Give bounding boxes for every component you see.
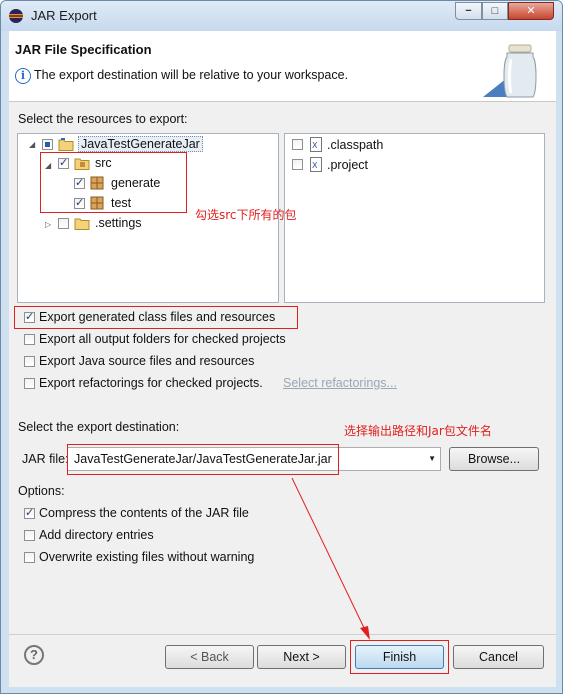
project-file-checkbox[interactable] — [292, 159, 303, 170]
page-description: The export destination will be relative … — [34, 68, 349, 82]
destination-label: Select the export destination: — [18, 420, 180, 434]
file-item-classpath[interactable]: .classpath — [327, 138, 383, 152]
annotation-output: 选择输出路径和Jar包文件名 — [344, 424, 492, 438]
export-source-label[interactable]: Export Java source files and resources — [39, 354, 254, 368]
export-generated-label[interactable]: Export generated class files and resourc… — [39, 310, 275, 324]
export-source-checkbox[interactable] — [24, 356, 35, 367]
back-button[interactable]: < Back — [165, 645, 254, 669]
directory-label[interactable]: Add directory entries — [39, 528, 154, 542]
export-output-label[interactable]: Export all output folders for checked pr… — [39, 332, 286, 346]
classpath-checkbox[interactable] — [292, 139, 303, 150]
overwrite-checkbox[interactable] — [24, 552, 35, 563]
project-folder-icon — [58, 138, 74, 151]
compress-label[interactable]: Compress the contents of the JAR file — [39, 506, 249, 520]
file-item-project[interactable]: .project — [327, 158, 368, 172]
collapse-arrow-icon[interactable]: ◢ — [29, 140, 35, 149]
title-bar: JAR Export − □ ✕ — [1, 1, 562, 31]
highlight-finish-box — [350, 640, 449, 674]
overwrite-label[interactable]: Overwrite existing files without warning — [39, 550, 254, 564]
maximize-button[interactable]: □ — [482, 2, 508, 20]
select-refactorings-link[interactable]: Select refactorings... — [283, 376, 397, 390]
tree-item-project[interactable]: JavaTestGenerateJar — [78, 136, 203, 152]
svg-text:X: X — [312, 161, 318, 170]
dropdown-arrow-icon[interactable]: ▼ — [428, 454, 436, 463]
close-button[interactable]: ✕ — [508, 2, 554, 20]
svg-text:X: X — [312, 141, 318, 150]
browse-button[interactable]: Browse... — [449, 447, 539, 471]
jar-banner-icon — [483, 44, 537, 98]
window-title: JAR Export — [31, 8, 97, 23]
resources-label: Select the resources to export: — [18, 112, 188, 126]
expand-arrow-icon[interactable]: ▷ — [45, 220, 51, 229]
highlight-src-box — [40, 152, 187, 213]
export-refactorings-label[interactable]: Export refactorings for checked projects… — [39, 376, 263, 390]
page-title: JAR File Specification — [15, 42, 152, 57]
project-checkbox[interactable] — [42, 139, 53, 150]
options-label: Options: — [18, 484, 65, 498]
xml-file-icon: X — [310, 137, 322, 152]
xml-file-icon: X — [310, 157, 322, 172]
export-generated-checkbox[interactable] — [24, 310, 35, 323]
jar-file-label: JAR file: — [22, 452, 69, 466]
help-icon[interactable]: ? — [24, 645, 44, 665]
wizard-header: JAR File Specification i The export dest… — [9, 31, 556, 102]
info-icon: i — [15, 68, 31, 84]
next-button[interactable]: Next > — [257, 645, 346, 669]
export-output-checkbox[interactable] — [24, 334, 35, 345]
file-list[interactable] — [284, 133, 545, 303]
directory-checkbox[interactable] — [24, 530, 35, 541]
annotation-arrow — [291, 477, 370, 640]
settings-checkbox[interactable] — [58, 218, 69, 229]
tree-item-settings[interactable]: .settings — [95, 216, 142, 230]
eclipse-icon — [9, 9, 23, 23]
minimize-button[interactable]: − — [455, 2, 482, 20]
export-refactorings-checkbox[interactable] — [24, 378, 35, 389]
cancel-button[interactable]: Cancel — [453, 645, 544, 669]
annotation-packages: 勾选src下所有的包 — [195, 208, 297, 222]
compress-checkbox[interactable] — [24, 506, 35, 519]
folder-icon — [74, 218, 90, 230]
